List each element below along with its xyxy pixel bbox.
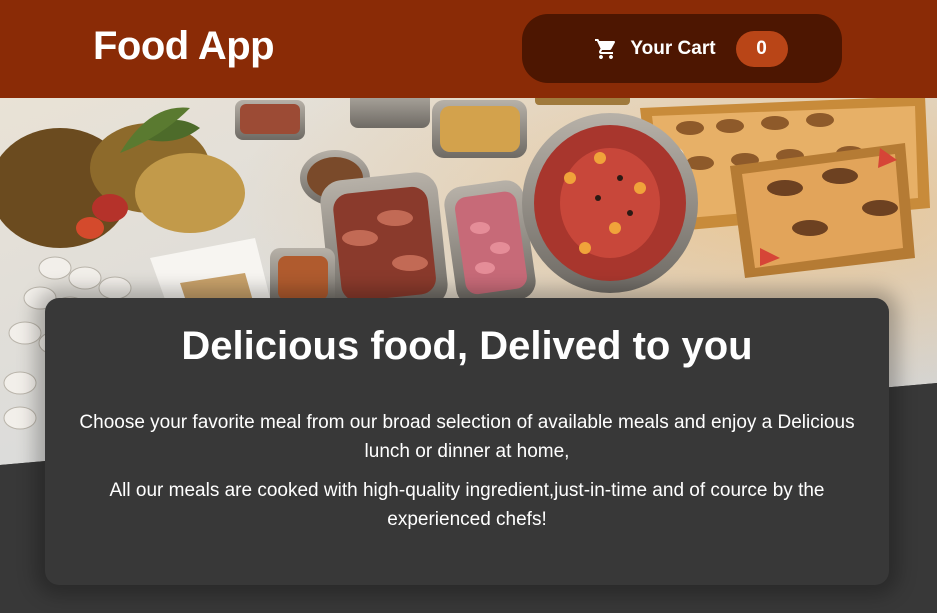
summary-card: Delicious food, Delived to you Choose yo… <box>45 298 889 585</box>
shopping-cart-icon <box>595 38 616 59</box>
app-header: Food App Your Cart 0 <box>0 0 937 98</box>
summary-title: Delicious food, Delived to you <box>181 324 753 368</box>
cart-button[interactable]: Your Cart 0 <box>522 14 842 83</box>
cart-label: Your Cart <box>630 37 716 59</box>
summary-paragraph-2: All our meals are cooked with high-quali… <box>109 480 825 530</box>
app-logo: Food App <box>93 24 275 68</box>
summary-paragraph-1: Choose your favorite meal from our broad… <box>79 412 855 462</box>
cart-count-badge: 0 <box>735 30 788 67</box>
